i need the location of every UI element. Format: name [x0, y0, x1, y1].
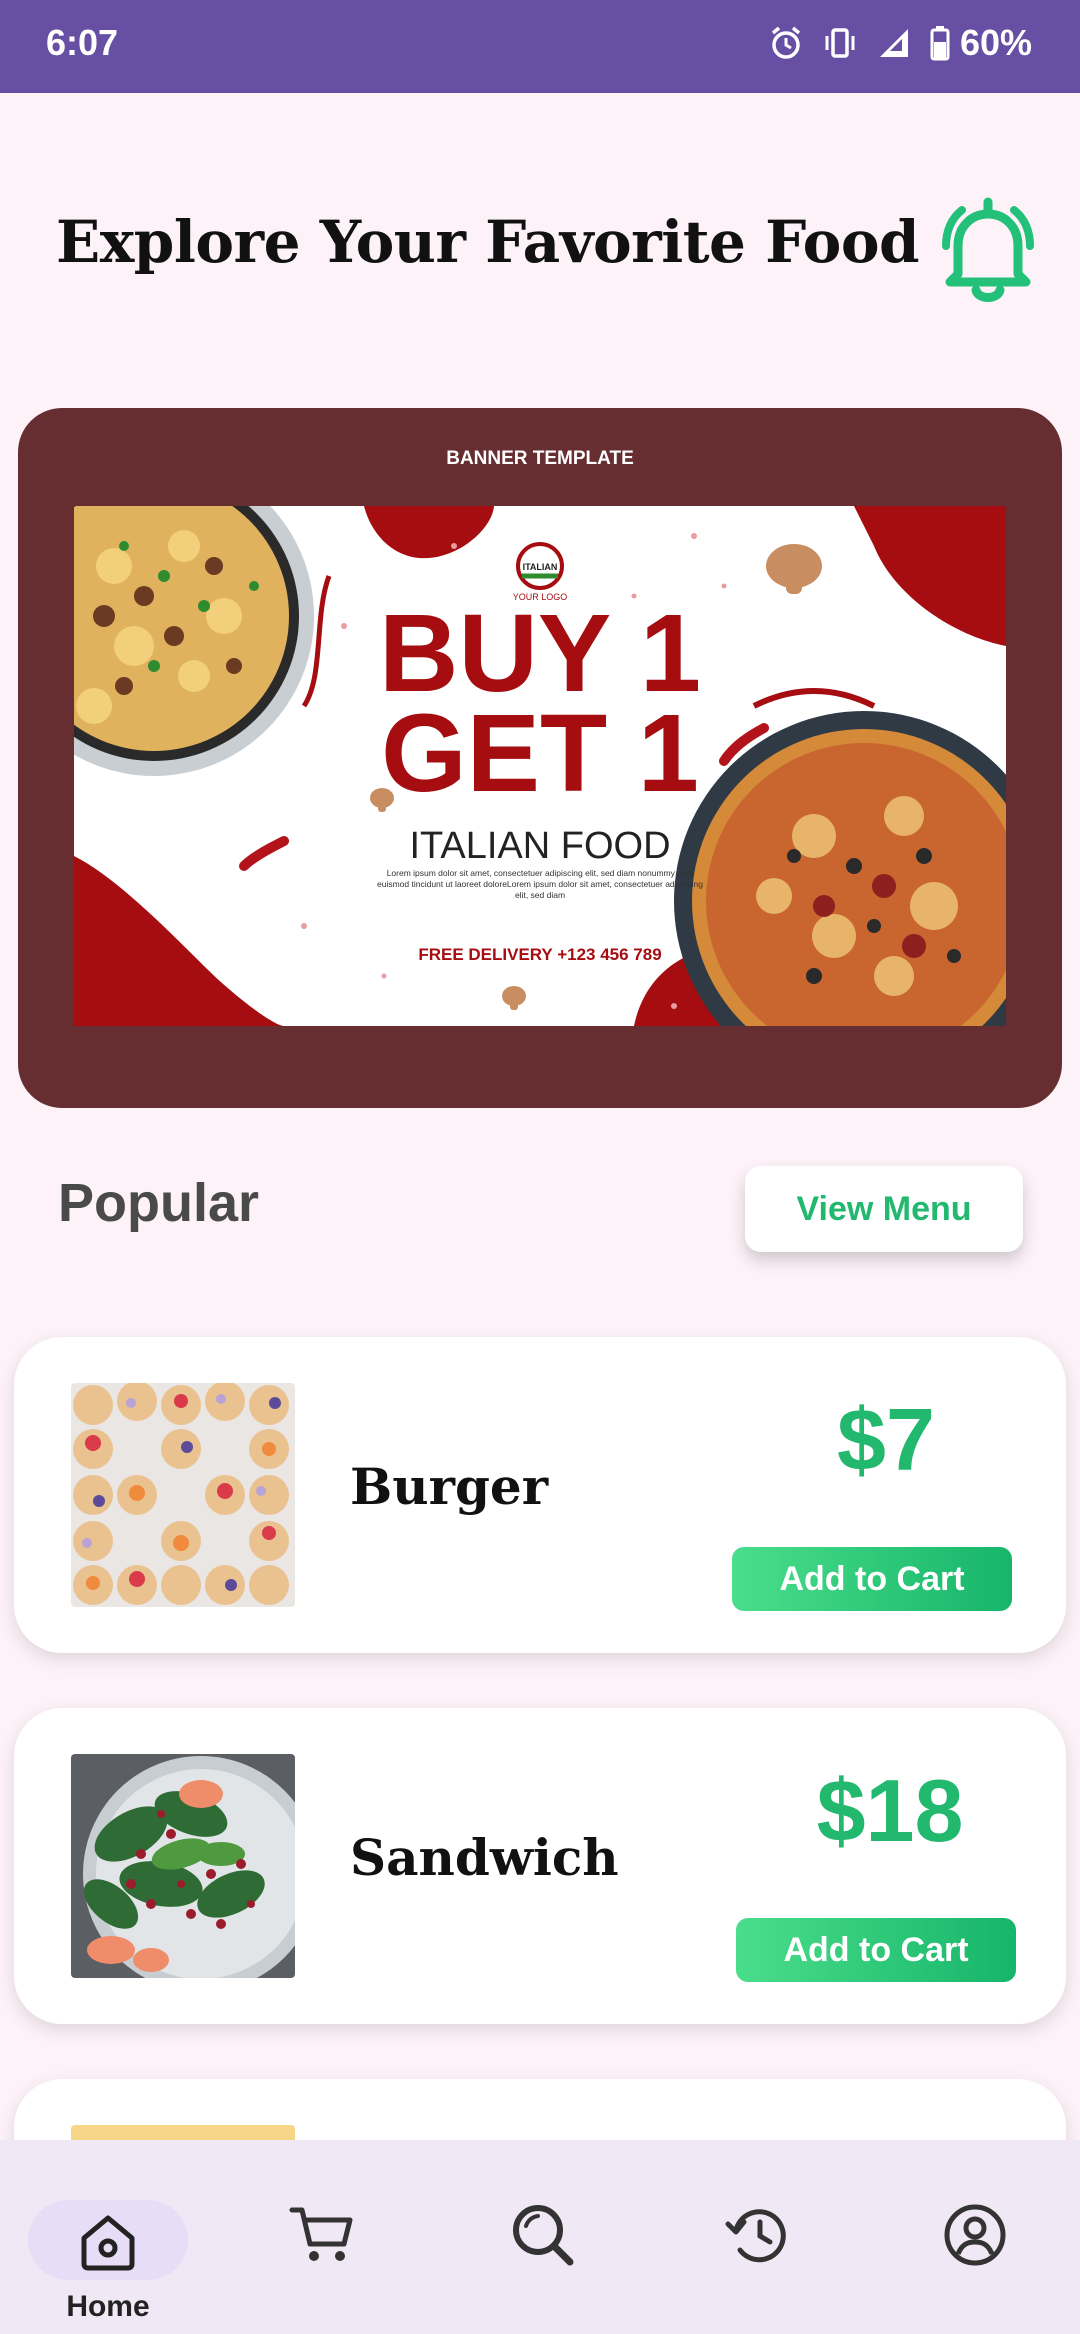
status-time: 6:07: [46, 22, 119, 63]
nav-home-label: Home: [66, 2290, 150, 2323]
bell-icon[interactable]: [930, 196, 1046, 308]
banner-image: ITALIAN YOUR LOGO BUY 1 GET 1 ITALIAN FO…: [74, 506, 1006, 1026]
food-image-sandwich: [71, 1754, 295, 1978]
cart-icon: [289, 2207, 353, 2261]
nav-home[interactable]: Home: [28, 2170, 198, 2323]
signal-icon: [879, 29, 908, 57]
history-icon: [725, 2209, 786, 2263]
add-to-cart-button[interactable]: Add to Cart: [732, 1547, 1012, 1611]
nav-cart[interactable]: [280, 2170, 450, 2310]
battery-icon: [930, 26, 950, 61]
banner-label: BANNER TEMPLATE: [446, 448, 634, 469]
vibrate-icon: [825, 28, 855, 58]
page-title: Explore Your Favorite Food: [56, 208, 920, 276]
nav-account[interactable]: [934, 2170, 1080, 2310]
search-icon: [513, 2205, 574, 2266]
banner-subhead: ITALIAN FOOD: [409, 825, 670, 867]
promo-banner[interactable]: BANNER TEMPLATE ITALIAN YOUR LOGO BUY 1 …: [18, 408, 1062, 1108]
bottom-navigation: Home: [0, 2140, 1080, 2334]
view-menu-button[interactable]: View Menu: [745, 1166, 1023, 1252]
food-name: Burger: [350, 1457, 549, 1516]
nav-search[interactable]: [500, 2170, 670, 2310]
food-price: $7: [837, 1390, 935, 1489]
food-card-sandwich[interactable]: Sandwich $18 Add to Cart: [14, 1708, 1066, 2024]
banner-body: Lorem ipsum dolor sit amet, consectetuer…: [376, 868, 703, 900]
food-price: $18: [816, 1761, 964, 1860]
banner-headline-2: GET 1: [381, 692, 699, 815]
battery-percent: 60%: [959, 22, 1032, 63]
nav-history[interactable]: [718, 2170, 888, 2310]
status-bar: 6:07 60%: [0, 0, 1080, 93]
food-card-burger[interactable]: Burger $7 Add to Cart: [14, 1337, 1066, 1653]
banner-delivery: FREE DELIVERY +123 456 789: [418, 945, 661, 964]
home-icon: [81, 2215, 135, 2271]
add-to-cart-button[interactable]: Add to Cart: [736, 1918, 1016, 1982]
banner-logo-text: ITALIAN: [523, 562, 558, 572]
account-icon: [944, 2204, 1006, 2266]
food-name: Sandwich: [350, 1828, 619, 1887]
food-image-burger: [71, 1383, 295, 1607]
popular-section-title: Popular: [58, 1173, 260, 1233]
alarm-icon: [771, 26, 801, 59]
status-icons: 60%: [768, 22, 1032, 64]
